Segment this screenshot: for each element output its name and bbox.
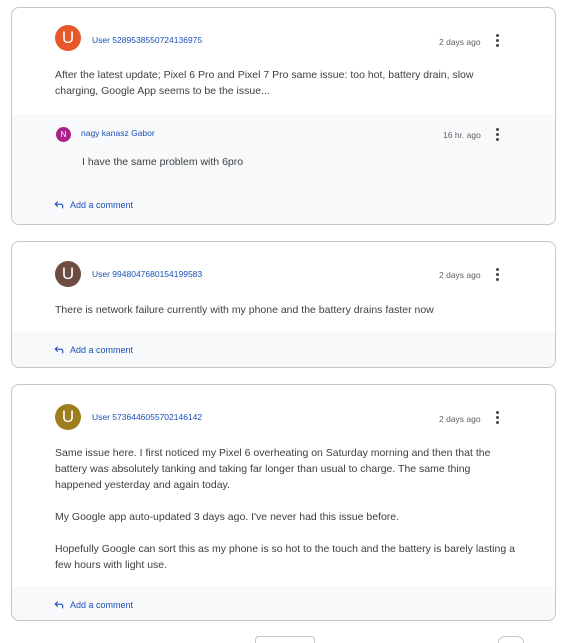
reply-header: N nagy kanasz Gabor 16 hr. ago — [12, 114, 555, 148]
username-link[interactable]: User 9948047680154199583 — [92, 269, 202, 279]
username-link[interactable]: User 5289538550724136975 — [92, 35, 202, 45]
more-options-icon[interactable] — [496, 268, 500, 283]
reply-avatar[interactable]: N — [56, 127, 71, 142]
add-comment-button[interactable]: Add a comment — [54, 345, 133, 355]
reply-arrow-icon — [54, 346, 64, 354]
avatar[interactable]: U — [55, 404, 81, 430]
timestamp: 2 days ago — [439, 414, 481, 424]
replies-section: N nagy kanasz Gabor 16 hr. ago I have th… — [12, 114, 555, 224]
comment-header: U User 9948047680154199583 2 days ago — [12, 242, 555, 302]
add-comment-label: Add a comment — [70, 345, 134, 355]
comment-header: U User 5289538550724136975 2 days ago — [12, 8, 555, 68]
comment-paragraph: Hopefully Google can sort this as my pho… — [55, 543, 515, 571]
reply-more-options-icon[interactable] — [496, 128, 500, 143]
comment-paragraph: After the latest update; Pixel 6 Pro and… — [55, 69, 474, 97]
reply-username-link[interactable]: nagy kanasz Gabor — [81, 128, 155, 138]
username-link[interactable]: User 5736446055702146142 — [92, 412, 202, 422]
comment-card: U User 9948047680154199583 2 days ago Th… — [11, 241, 556, 368]
reply-arrow-icon — [54, 601, 64, 609]
comment-paragraph: There is network failure currently with … — [55, 304, 434, 316]
comment-body: Same issue here. I first noticed my Pixe… — [12, 445, 555, 573]
add-comment-button[interactable]: Add a comment — [54, 600, 133, 610]
comment-footer: Add a comment — [12, 332, 555, 367]
more-options-icon[interactable] — [496, 411, 500, 426]
comment-paragraph: My Google app auto-updated 3 days ago. I… — [55, 511, 400, 523]
add-comment-label: Add a comment — [70, 600, 134, 610]
comment-card: U User 5736446055702146142 2 days ago Sa… — [11, 384, 556, 621]
comment-body: After the latest update; Pixel 6 Pro and… — [12, 67, 555, 99]
comment-paragraph: Same issue here. I first noticed my Pixe… — [55, 447, 491, 491]
comment-card: U User 5289538550724136975 2 days ago Af… — [11, 7, 556, 225]
reply-timestamp: 16 hr. ago — [443, 130, 481, 140]
timestamp: 2 days ago — [439, 37, 481, 47]
reply-text: I have the same problem with 6pro — [82, 156, 244, 168]
add-comment-label: Add a comment — [70, 200, 134, 210]
comment-header: U User 5736446055702146142 2 days ago — [12, 385, 555, 445]
comment-body: There is network failure currently with … — [12, 302, 555, 318]
avatar[interactable]: U — [55, 25, 81, 51]
more-options-icon[interactable] — [496, 34, 500, 49]
comment-footer: Add a comment — [12, 586, 555, 620]
avatar[interactable]: U — [55, 261, 81, 287]
reply-arrow-icon — [54, 201, 64, 209]
timestamp: 2 days ago — [439, 270, 481, 280]
add-comment-button[interactable]: Add a comment — [54, 200, 133, 210]
